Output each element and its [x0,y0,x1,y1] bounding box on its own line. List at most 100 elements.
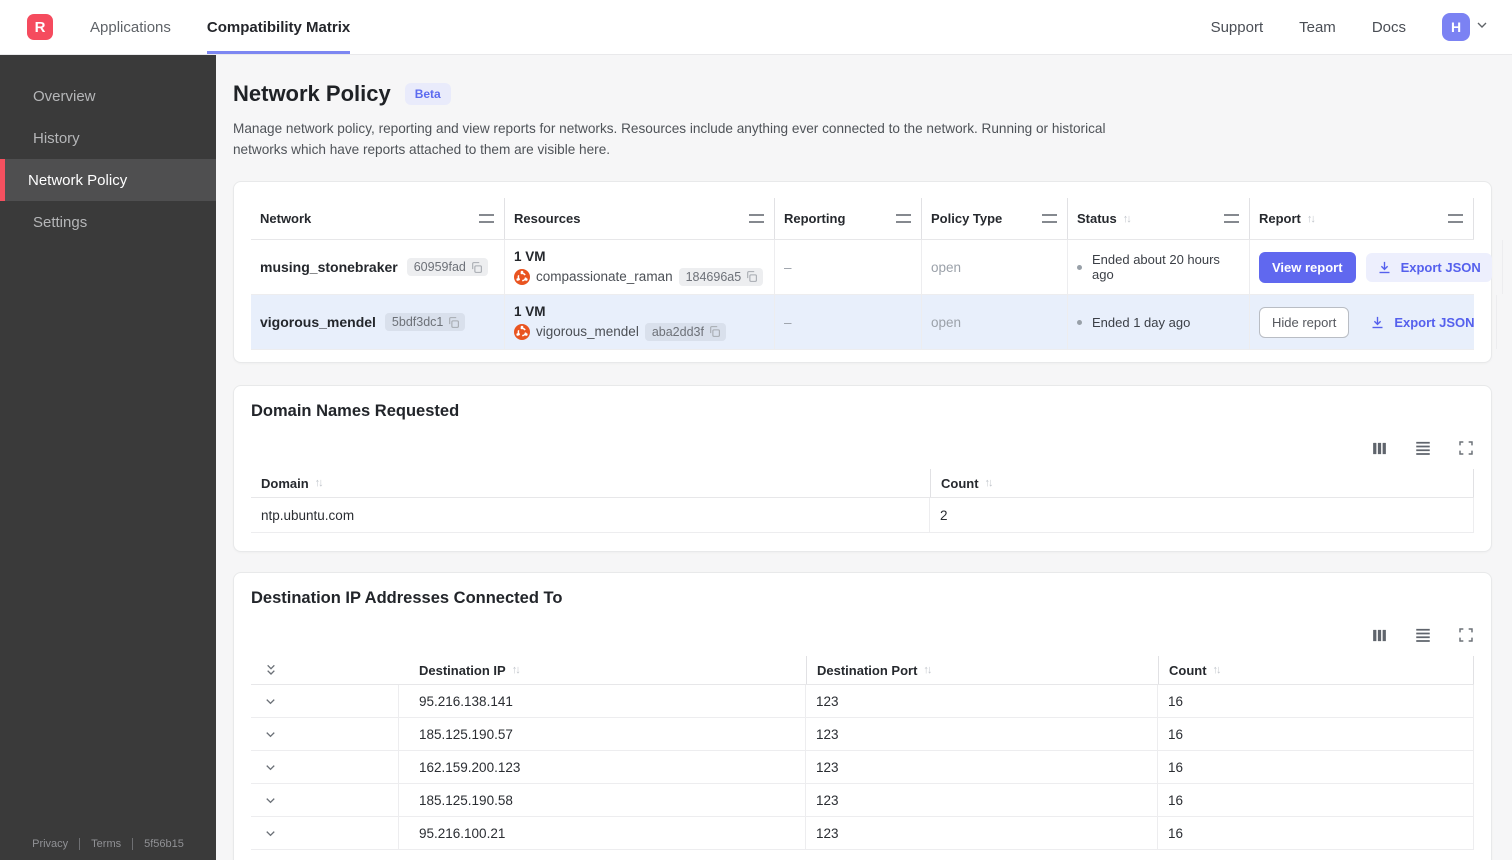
chevron-down-icon [1474,17,1490,38]
table-toolbar [251,439,1474,457]
column-header-network: Network [251,198,505,239]
network-id-pill[interactable]: 60959fad [406,258,488,276]
export-json-button[interactable]: Export JSON [1359,308,1485,337]
ubuntu-icon [514,268,530,285]
status-text: Ended about 20 hours ago [1092,252,1220,282]
sidebar-item-overview[interactable]: Overview [0,75,216,117]
footer-divider [79,838,81,850]
columns-icon[interactable] [1371,440,1388,457]
tab-compatibility-matrix[interactable]: Compatibility Matrix [206,0,351,54]
column-header-policy-type: Policy Type [922,198,1068,239]
destination-ip-cell: 95.216.100.21 [399,817,806,849]
count-cell: 16 [1158,685,1474,717]
destination-ip-cell: 95.216.138.141 [399,685,806,717]
status-dot [1077,319,1082,325]
destination-ip-cell: 185.125.190.57 [399,718,806,750]
nav-link-docs[interactable]: Docs [1372,19,1406,36]
destinations-table-header: Destination IP ↑↓ Destination Port ↑↓ Co… [251,656,1474,685]
vm-count: 1 VM [514,248,546,264]
sidebar-footer: Privacy Terms 5f56b15 [0,838,216,850]
sidebar: Overview History Network Policy Settings… [0,55,216,860]
primary-tabs: Applications Compatibility Matrix [90,0,351,54]
column-menu-icon[interactable] [896,214,911,223]
count-cell: 2 [930,498,1474,532]
table-row: 95.216.100.21 123 16 [251,817,1474,850]
table-row: ntp.ubuntu.com 2 [251,498,1474,533]
sort-icon[interactable]: ↑↓ [985,477,994,489]
nav-link-support[interactable]: Support [1211,19,1264,36]
copy-icon[interactable] [447,316,460,329]
sort-icon[interactable]: ↑↓ [1307,213,1316,225]
sidebar-item-network-policy[interactable]: Network Policy [0,159,216,201]
sort-icon[interactable]: ↑↓ [1213,664,1222,676]
destination-port-cell: 123 [806,685,1158,717]
resources-cell: 1 VM vigorous_mendel aba2dd3f [505,295,775,349]
expand-all-icon[interactable] [263,662,279,678]
column-menu-icon[interactable] [1448,214,1463,223]
domains-table-header: Domain ↑↓ Count ↑↓ [251,469,1474,498]
sort-icon[interactable]: ↑↓ [512,664,521,676]
count-cell: 16 [1158,751,1474,783]
fullscreen-icon[interactable] [1458,440,1474,456]
table-row: 162.159.200.123 123 16 [251,751,1474,784]
column-menu-icon[interactable] [1042,214,1057,223]
avatar-letter: H [1450,19,1462,35]
resource-id-pill[interactable]: aba2dd3f [644,322,726,341]
column-menu-icon[interactable] [749,214,764,223]
resource-id-pill[interactable]: 184696a5 [678,267,764,286]
count-cell: 16 [1158,817,1474,849]
privacy-link[interactable]: Privacy [32,838,68,850]
copy-icon[interactable] [470,261,483,274]
networks-table-header: Network Resources Reporting Policy Type … [251,198,1474,240]
expand-row-icon[interactable] [263,727,278,742]
top-navbar: R Applications Compatibility Matrix Supp… [0,0,1512,55]
network-id-pill[interactable]: 5bdf3dc1 [384,313,466,331]
tab-applications[interactable]: Applications [90,0,171,54]
column-header-status: Status ↑↓ [1068,198,1250,239]
report-actions-cell: Hide report Export JSON [1250,295,1497,349]
destination-ip-cell: 185.125.190.58 [399,784,806,816]
column-header-reporting: Reporting [775,198,922,239]
table-row: 95.216.138.141 123 16 [251,685,1474,718]
r-logo[interactable]: R [27,14,53,40]
sort-icon[interactable]: ↑↓ [1123,213,1132,225]
status-cell: Ended 1 day ago [1068,295,1250,349]
reporting-cell: – [775,295,922,349]
column-header-destination-ip: Destination IP ↑↓ [419,662,521,678]
ubuntu-icon [514,323,530,340]
user-menu[interactable]: H [1442,13,1490,41]
fullscreen-icon[interactable] [1458,627,1474,643]
sidebar-item-history[interactable]: History [0,117,216,159]
copy-icon[interactable] [708,325,721,338]
expand-row-icon[interactable] [263,760,278,775]
column-menu-icon[interactable] [479,214,494,223]
density-icon[interactable] [1414,439,1432,457]
expand-row-icon[interactable] [263,793,278,808]
status-dot [1077,264,1082,270]
expand-row-icon[interactable] [263,826,278,841]
sort-icon[interactable]: ↑↓ [923,664,932,676]
expand-row-icon[interactable] [263,694,278,709]
avatar[interactable]: H [1442,13,1470,41]
table-row: 185.125.190.58 123 16 [251,784,1474,817]
nav-link-team[interactable]: Team [1299,19,1336,36]
destination-port-cell: 123 [806,817,1158,849]
columns-icon[interactable] [1371,627,1388,644]
column-menu-icon[interactable] [1224,214,1239,223]
copy-icon[interactable] [745,270,758,283]
table-row: musing_stonebraker 60959fad 1 VM compass… [251,240,1503,295]
download-icon [1379,261,1390,273]
export-json-button[interactable]: Export JSON [1365,252,1492,282]
domain-cell: ntp.ubuntu.com [251,498,930,532]
vm-count: 1 VM [514,303,546,319]
density-icon[interactable] [1414,626,1432,644]
terms-link[interactable]: Terms [91,838,121,850]
network-cell: musing_stonebraker 60959fad [251,240,505,294]
sort-icon[interactable]: ↑↓ [315,477,324,489]
download-icon [1372,316,1383,328]
table-row: 185.125.190.57 123 16 [251,718,1474,751]
hide-report-button[interactable]: Hide report [1259,306,1350,338]
view-report-button[interactable]: View report [1259,251,1356,283]
page-description: Manage network policy, reporting and vie… [233,121,1106,157]
sidebar-item-settings[interactable]: Settings [0,201,216,243]
